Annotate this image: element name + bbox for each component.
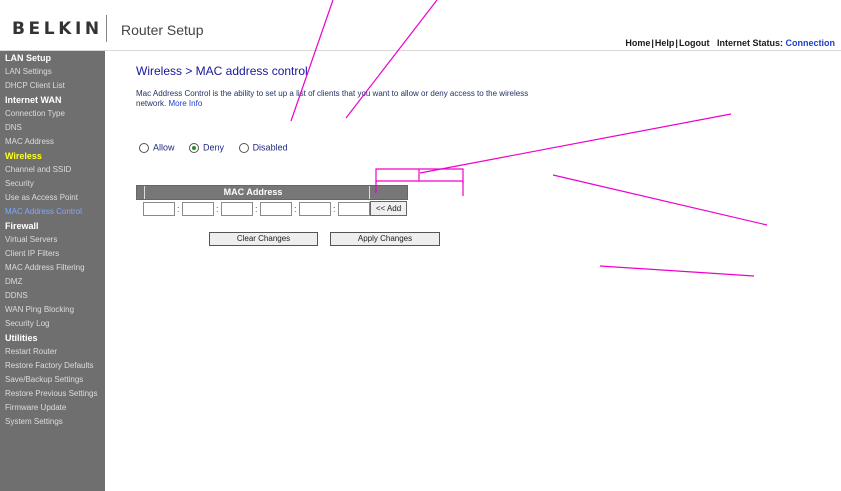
sidebar-item-connection-type[interactable]: Connection Type (0, 107, 105, 121)
mac-octet-separator: : (255, 204, 258, 214)
sidebar-item-mac-address-filtering[interactable]: MAC Address Filtering (0, 261, 105, 275)
apply-changes-button[interactable]: Apply Changes (330, 232, 440, 246)
sidebar-section-wireless[interactable]: Wireless (0, 149, 105, 163)
mac-octet-input-5[interactable] (299, 202, 331, 216)
mac-table-header: MAC Address (136, 185, 408, 200)
belkin-logo: BELKIN (12, 19, 103, 39)
sidebar-nav: LAN Setup LAN Settings DHCP Client List Int… (0, 51, 105, 491)
mac-octet-input-2[interactable] (182, 202, 214, 216)
sidebar-item-virtual-servers[interactable]: Virtual Servers (0, 233, 105, 247)
sidebar-item-use-as-access-point[interactable]: Use as Access Point (0, 191, 105, 205)
logo-divider (106, 15, 107, 42)
sidebar-item-system-settings[interactable]: System Settings (0, 415, 105, 429)
sidebar-item-ddns[interactable]: DDNS (0, 289, 105, 303)
sidebar-item-dhcp-client-list[interactable]: DHCP Client List (0, 79, 105, 93)
mac-octet-input-3[interactable] (221, 202, 253, 216)
add-mac-button[interactable]: << Add (370, 201, 407, 216)
header-divider (369, 186, 370, 199)
page-title: Wireless > MAC address control (136, 64, 308, 78)
clear-changes-button[interactable]: Clear Changes (209, 232, 318, 246)
allow-radio[interactable]: Allow (139, 142, 175, 153)
allow-radio-label: Allow (153, 142, 175, 153)
access-mode-radio-group: Allow Deny Disabled (139, 142, 300, 153)
sidebar-item-wan-ping-blocking[interactable]: WAN Ping Blocking (0, 303, 105, 317)
disabled-radio-button[interactable] (238, 142, 249, 153)
internet-status-value: Connection (785, 38, 836, 48)
deny-radio-button[interactable] (189, 142, 200, 153)
sidebar-item-mac-address[interactable]: MAC Address (0, 135, 105, 149)
main-content: Wireless > MAC address control Mac Addre… (105, 51, 841, 491)
more-info-link[interactable]: More Info (168, 99, 202, 108)
sidebar-item-security[interactable]: Security (0, 177, 105, 191)
disabled-radio-label: Disabled (252, 142, 288, 153)
sidebar-item-firmware-update[interactable]: Firmware Update (0, 401, 105, 415)
mac-entry-row: << Add ::::: (136, 201, 408, 219)
mac-address-table: MAC Address << Add ::::: (136, 185, 408, 219)
mac-octet-separator: : (177, 204, 180, 214)
sidebar-item-mac-address-control[interactable]: MAC Address Control (0, 205, 105, 219)
mac-octet-input-6[interactable] (338, 202, 370, 216)
mac-octet-separator: : (216, 204, 219, 214)
sidebar-item-restore-factory-defaults[interactable]: Restore Factory Defaults (0, 359, 105, 373)
sidebar-section-utilities[interactable]: Utilities (0, 331, 105, 345)
sidebar-item-dmz[interactable]: DMZ (0, 275, 105, 289)
sidebar-item-channel-and-ssid[interactable]: Channel and SSID (0, 163, 105, 177)
help-link[interactable]: Help (655, 38, 675, 48)
mac-octet-separator: : (333, 204, 336, 214)
allow-radio-button[interactable] (139, 142, 149, 153)
sidebar-section-firewall[interactable]: Firewall (0, 219, 105, 233)
header-bar: BELKIN Router Setup Home|Help|Logout Int… (0, 0, 841, 51)
page-description: Mac Address Control is the ability to se… (136, 89, 556, 109)
sidebar-item-security-log[interactable]: Security Log (0, 317, 105, 331)
deny-radio-label: Deny (203, 142, 225, 153)
sidebar-section-lan-setup[interactable]: LAN Setup (0, 51, 105, 65)
deny-radio[interactable]: Deny (189, 142, 224, 153)
sidebar-item-lan-settings[interactable]: LAN Settings (0, 65, 105, 79)
sidebar-item-restart-router[interactable]: Restart Router (0, 345, 105, 359)
sidebar-item-save-backup-settings[interactable]: Save/Backup Settings (0, 373, 105, 387)
mac-address-header: MAC Address (223, 187, 283, 197)
mac-octet-input-4[interactable] (260, 202, 292, 216)
top-links: Home|Help|Logout Internet Status: Connec… (625, 38, 835, 48)
disabled-radio[interactable]: Disabled (238, 142, 288, 153)
sidebar-item-dns[interactable]: DNS (0, 121, 105, 135)
home-link[interactable]: Home (625, 38, 650, 48)
sidebar-section-internet-wan[interactable]: Internet WAN (0, 93, 105, 107)
logout-link[interactable]: Logout (679, 38, 710, 48)
mac-octet-separator: : (294, 204, 297, 214)
sidebar-item-client-ip-filters[interactable]: Client IP Filters (0, 247, 105, 261)
app-title: Router Setup (121, 22, 204, 38)
sidebar-item-restore-previous-settings[interactable]: Restore Previous Settings (0, 387, 105, 401)
internet-status-label: Internet Status: (716, 38, 783, 48)
mac-octet-input-1[interactable] (143, 202, 175, 216)
